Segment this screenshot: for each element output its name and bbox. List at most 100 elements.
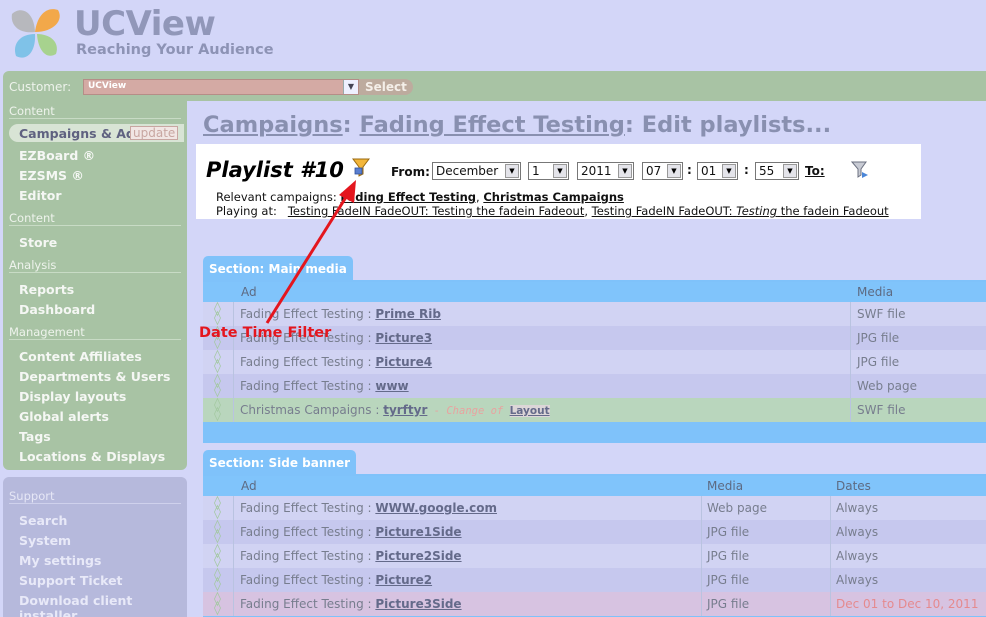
drag-handle-icon[interactable]: ◊ ◊: [203, 496, 234, 520]
drag-handle-icon[interactable]: ◊ ◊: [203, 374, 234, 398]
page-title: Campaigns: Fading Effect Testing: Edit p…: [203, 112, 831, 138]
drag-handle-icon[interactable]: ◊ ◊: [203, 350, 234, 374]
ad-link[interactable]: Picture4: [375, 355, 432, 369]
sidebar-support: Support Search System My settings Suppor…: [3, 477, 187, 617]
hour-select[interactable]: 07 ▼: [642, 162, 683, 180]
layout-link[interactable]: Layout: [509, 405, 550, 417]
breadcrumb-campaigns-link[interactable]: Campaigns: [203, 112, 343, 138]
sidebar-item-label: Campaigns & Ads: [19, 126, 143, 141]
playing-location-link[interactable]: Testing FadeIN FadeOUT: Testing the fade…: [288, 204, 585, 218]
sidebar-item-search[interactable]: Search: [19, 513, 67, 528]
sidebar-item-editor[interactable]: Editor: [19, 188, 62, 203]
sidebar-item-ezboard[interactable]: EZBoard ®: [19, 148, 95, 163]
second-value: 55: [759, 164, 775, 178]
sidebar-item-locations-displays[interactable]: Locations & Displays: [19, 449, 165, 464]
ad-link[interactable]: WWW.google.com: [375, 501, 497, 515]
ad-link[interactable]: Picture3Side: [375, 597, 461, 611]
drag-handle-icon[interactable]: ◊ ◊: [203, 592, 234, 616]
customer-select[interactable]: UCView ▼: [83, 79, 359, 95]
table-row[interactable]: ◊ ◊ Fading Effect Testing : Picture4 JPG …: [203, 350, 986, 374]
sidebar-item-reports[interactable]: Reports: [19, 282, 74, 297]
sidebar-item-tags[interactable]: Tags: [19, 429, 51, 444]
campaign-name: Fading Effect Testing: [240, 355, 364, 369]
ad-link[interactable]: Prime Rib: [375, 307, 441, 321]
campaign-name: Christmas Campaigns: [240, 403, 372, 417]
chevron-down-icon[interactable]: ▼: [343, 80, 358, 94]
chevron-down-icon[interactable]: ▼: [553, 164, 567, 178]
table-row[interactable]: ◊ ◊ Fading Effect Testing : WWW.google.co…: [203, 496, 986, 520]
sidebar-item-content-affiliates[interactable]: Content Affiliates: [19, 349, 142, 364]
drag-handle-icon[interactable]: ◊ ◊: [203, 302, 234, 326]
sidebar-item-ezsms[interactable]: EZSMS ®: [19, 168, 84, 183]
ad-link[interactable]: www: [375, 379, 408, 393]
relevant-separator: ,: [476, 190, 480, 204]
time-colon: :: [744, 163, 749, 177]
sidebar-item-store[interactable]: Store: [19, 235, 57, 250]
day-value: 1: [532, 164, 540, 178]
table-row[interactable]: ◊ ◊ Fading Effect Testing : Picture2 JPG …: [203, 568, 986, 592]
select-button[interactable]: Select: [359, 79, 413, 95]
sidebar-item-global-alerts[interactable]: Global alerts: [19, 409, 109, 424]
ad-cell: Fading Effect Testing : Picture2: [240, 573, 432, 587]
sidebar-nav: Content Campaigns & Ads update EZBoard ®…: [3, 101, 187, 470]
chevron-down-icon[interactable]: ▼: [722, 164, 736, 178]
update-badge[interactable]: update: [130, 126, 179, 140]
breadcrumb-campaign-link[interactable]: Fading Effect Testing: [360, 112, 625, 138]
ad-link[interactable]: tyrftyr: [383, 403, 427, 417]
ad-link[interactable]: Picture3: [375, 331, 432, 345]
ad-link[interactable]: Picture2Side: [375, 549, 461, 563]
chevron-down-icon[interactable]: ▼: [783, 164, 797, 178]
sidebar-section-analysis: Analysis: [9, 258, 181, 273]
sidebar-item-download-client[interactable]: Download client installer: [19, 593, 187, 617]
month-value: December: [436, 164, 499, 178]
dates-cell: Dec 01 to Dec 10, 2011: [836, 597, 979, 611]
table-row[interactable]: ◊ ◊ Christmas Campaigns : tyrftyr - Chang…: [203, 398, 986, 422]
section-tab-side-banner[interactable]: Section: Side banner: [203, 450, 356, 474]
sidebar-item-departments-users[interactable]: Departments & Users: [19, 369, 170, 384]
sidebar-item-my-settings[interactable]: My settings: [19, 553, 101, 568]
separator: :: [363, 331, 376, 345]
table-row[interactable]: ◊ ◊ Fading Effect Testing : www Web page: [203, 374, 986, 398]
playing-location-link[interactable]: Testing FadeIN FadeOUT: Testing the fade…: [592, 204, 889, 218]
month-select[interactable]: December ▼: [432, 162, 521, 180]
day-select[interactable]: 1 ▼: [528, 162, 569, 180]
drag-handle-icon[interactable]: ◊ ◊: [203, 568, 234, 592]
separator: :: [363, 355, 376, 369]
breadcrumb-separator: :: [342, 112, 360, 138]
drag-handle-icon[interactable]: ◊ ◊: [203, 398, 234, 422]
sidebar-item-support-ticket[interactable]: Support Ticket: [19, 573, 123, 588]
chevron-down-icon[interactable]: ▼: [618, 164, 632, 178]
sidebar-item-campaigns-ads[interactable]: Campaigns & Ads update: [9, 124, 184, 142]
filter-apply-icon[interactable]: [851, 160, 869, 180]
separator: :: [363, 379, 376, 393]
to-link[interactable]: To:: [805, 164, 825, 178]
separator: :: [363, 501, 376, 515]
filter-icon[interactable]: [351, 156, 371, 178]
year-select[interactable]: 2011 ▼: [577, 162, 634, 180]
column-divider: [701, 544, 702, 568]
section-tab-main-media[interactable]: Section: Main media: [203, 256, 353, 280]
ad-link[interactable]: Picture2: [375, 573, 432, 587]
relevant-campaign-link[interactable]: Fading Effect Testing: [340, 190, 476, 204]
table-row[interactable]: ◊ ◊ Fading Effect Testing : Picture3Side …: [203, 592, 986, 616]
drag-handle-icon[interactable]: ◊ ◊: [203, 520, 234, 544]
column-divider: [830, 544, 831, 568]
table-row[interactable]: ◊ ◊ Fading Effect Testing : Picture2Side …: [203, 544, 986, 568]
media-cell: Web page: [857, 379, 917, 393]
sidebar-item-dashboard[interactable]: Dashboard: [19, 302, 95, 317]
column-divider: [830, 520, 831, 544]
campaign-name: Fading Effect Testing: [240, 379, 364, 393]
breadcrumb-current: Edit playlists...: [641, 112, 832, 138]
chevron-down-icon[interactable]: ▼: [667, 164, 681, 178]
chevron-down-icon[interactable]: ▼: [505, 164, 519, 178]
drag-handle-icon[interactable]: ◊ ◊: [203, 544, 234, 568]
sidebar-item-system[interactable]: System: [19, 533, 71, 548]
sidebar-item-display-layouts[interactable]: Display layouts: [19, 389, 126, 404]
minute-select[interactable]: 01 ▼: [697, 162, 738, 180]
table-header: Ad Media: [203, 282, 986, 302]
table-row[interactable]: ◊ ◊ Fading Effect Testing : Picture1Side …: [203, 520, 986, 544]
relevant-campaign-link[interactable]: Christmas Campaigns: [483, 190, 624, 204]
table-row[interactable]: ◊ ◊ Fading Effect Testing : Prime Rib SWF…: [203, 302, 986, 326]
ad-link[interactable]: Picture1Side: [375, 525, 461, 539]
second-select[interactable]: 55 ▼: [755, 162, 799, 180]
